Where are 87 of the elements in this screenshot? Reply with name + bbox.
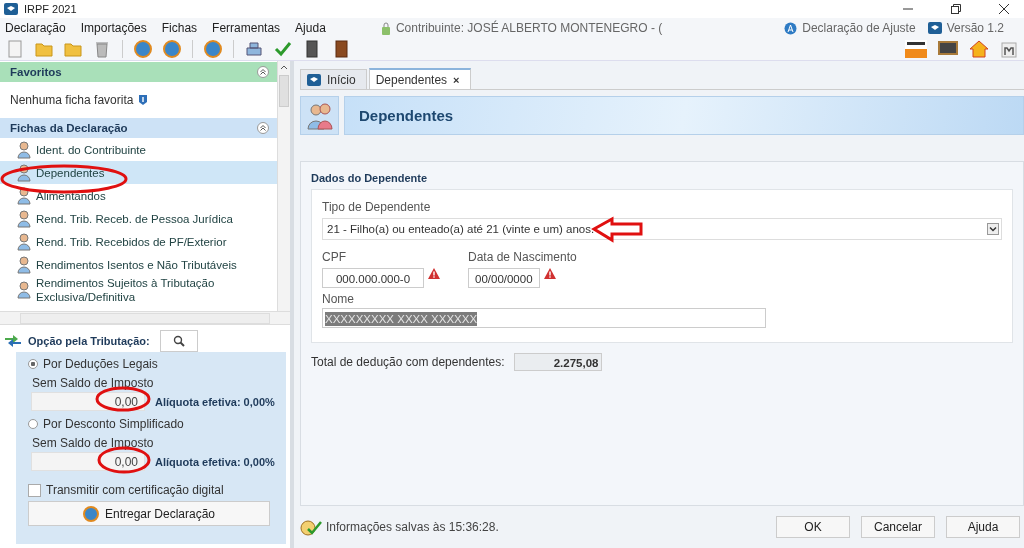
warning-icon	[428, 268, 440, 279]
birth-date-field[interactable]: 00/00/0000	[468, 268, 540, 288]
scrollbar-thumb[interactable]	[279, 75, 289, 107]
field-label: Nome	[322, 292, 355, 306]
dropdown-arrow-icon	[987, 223, 999, 235]
person-icon	[17, 232, 31, 251]
contributor-label: Contribuinte: JOSÉ ALBERTO MONTENEGRO - (	[395, 21, 663, 35]
scrollbar-thumb[interactable]	[20, 313, 270, 324]
tab[interactable]: Dependentes ×	[368, 68, 471, 89]
menu-item[interactable]: Fichas	[161, 21, 198, 35]
sidebar-item[interactable]: Alimentandos	[0, 184, 277, 207]
sidebar-item[interactable]: Rend. Trib. Recebidos de PF/Exterior	[0, 230, 277, 253]
printer-icon[interactable]	[245, 40, 263, 58]
person-icon	[17, 163, 31, 182]
option-label[interactable]: Por Deduções Legais	[43, 357, 158, 371]
close-icon[interactable]	[998, 3, 1010, 15]
menu-item[interactable]: Ferramentas	[212, 21, 281, 35]
warning-icon	[543, 268, 556, 279]
collapse-icon[interactable]	[257, 122, 269, 134]
app-logo-icon	[307, 73, 321, 86]
person-icon	[17, 209, 31, 228]
total-label: Total de dedução com dependentes:	[311, 355, 505, 369]
dialog-button[interactable]: Ajuda	[946, 516, 1020, 538]
amount-field: 0,00	[31, 392, 145, 411]
sidebar-item[interactable]: Dependentes	[0, 161, 277, 184]
chalkboard-icon[interactable]	[938, 40, 958, 58]
deliver-button[interactable]: Entregar Declaração	[28, 501, 270, 526]
dependent-type-dropdown[interactable]: 21 - Filho(a) ou enteado(a) até 21 (vinte e um) anos.	[322, 218, 1002, 240]
lock-icon	[380, 21, 391, 35]
dialog-button[interactable]: OK	[776, 516, 850, 538]
checkbox[interactable]	[28, 483, 41, 497]
sidebar-item[interactable]: Rend. Trib. Receb. de Pessoa Jurídica	[0, 207, 277, 230]
annotation-arrow	[591, 216, 643, 243]
option-label[interactable]: Por Desconto Simplificado	[43, 417, 184, 431]
menu-item[interactable]: Importações	[80, 21, 147, 35]
m-logo-icon[interactable]	[1000, 40, 1018, 58]
rate-label: Alíquota efetiva: 0,00%	[155, 455, 275, 468]
trash-icon[interactable]	[93, 40, 111, 58]
field-label: Tipo de Dependente	[322, 200, 432, 214]
window-title: IRPF 2021	[24, 3, 77, 15]
rate-label: Alíquota efetiva: 0,00%	[155, 395, 275, 408]
app-logo-icon	[927, 22, 942, 34]
section-title: Dados do Dependente	[311, 172, 429, 184]
field-label: CPF	[322, 250, 347, 264]
saved-check-icon	[300, 518, 322, 536]
menu-item[interactable]: Ajuda	[295, 21, 326, 35]
version-label: Versão 1.2	[946, 21, 1004, 35]
sidebar-item[interactable]: Rendimentos Sujeitos à Tributação Exclusiva/Definitiva	[0, 276, 277, 304]
tab[interactable]: Início	[300, 69, 367, 89]
checkbox-label[interactable]: Transmitir com certificação digital	[46, 483, 224, 497]
app-logo-icon	[4, 3, 18, 15]
empty-favorites-text: Nenhuma ficha favorita	[10, 93, 134, 107]
person-icon	[17, 255, 31, 274]
home-icon[interactable]	[969, 40, 989, 58]
sidebar-item[interactable]: Rendimentos Isentos e Não Tributáveis	[0, 253, 277, 276]
balance-label: Sem Saldo de Imposto	[31, 376, 155, 390]
horizontal-scrollbar[interactable]	[0, 311, 290, 325]
tab-close-button[interactable]: ×	[453, 73, 460, 86]
total-value-field: 2.275,08	[514, 353, 603, 371]
page-title: Dependentes	[359, 107, 454, 124]
search-button[interactable]	[159, 330, 198, 352]
arrows-icon	[4, 334, 22, 348]
menu-item[interactable]: Declaração	[5, 21, 66, 35]
check-icon[interactable]	[274, 40, 292, 58]
letter-a-icon	[784, 21, 798, 35]
amount-field: 0,00	[31, 452, 145, 471]
search-icon	[172, 335, 185, 347]
option-title: Opção pela Tributação:	[28, 335, 150, 347]
status-text: Informações salvas às 15:36:28.	[326, 520, 499, 534]
sidebar-item[interactable]: Ident. do Contribuinte	[0, 138, 277, 161]
radio-button[interactable]	[28, 419, 38, 429]
vertical-scrollbar[interactable]	[277, 61, 290, 311]
collapse-icon[interactable]	[257, 66, 269, 78]
balance-label: Sem Saldo de Imposto	[31, 436, 155, 450]
fichas-header[interactable]: Fichas da Declaração	[0, 118, 277, 138]
favorites-header[interactable]: Favoritos	[0, 62, 277, 82]
folder-icon[interactable]	[35, 40, 53, 58]
cpf-field[interactable]: 000.000.000-0	[322, 268, 424, 288]
info-icon	[138, 94, 149, 106]
folder-icon[interactable]	[64, 40, 82, 58]
person-icon	[17, 140, 31, 159]
person-icon	[17, 281, 31, 299]
field-label: Data de Nascimento	[468, 250, 577, 264]
dialog-button[interactable]: Cancelar	[861, 516, 935, 538]
declaration-type-label: Declaração de Ajuste	[802, 21, 916, 35]
radio-button[interactable]	[28, 359, 38, 369]
restore-icon[interactable]	[950, 3, 962, 15]
